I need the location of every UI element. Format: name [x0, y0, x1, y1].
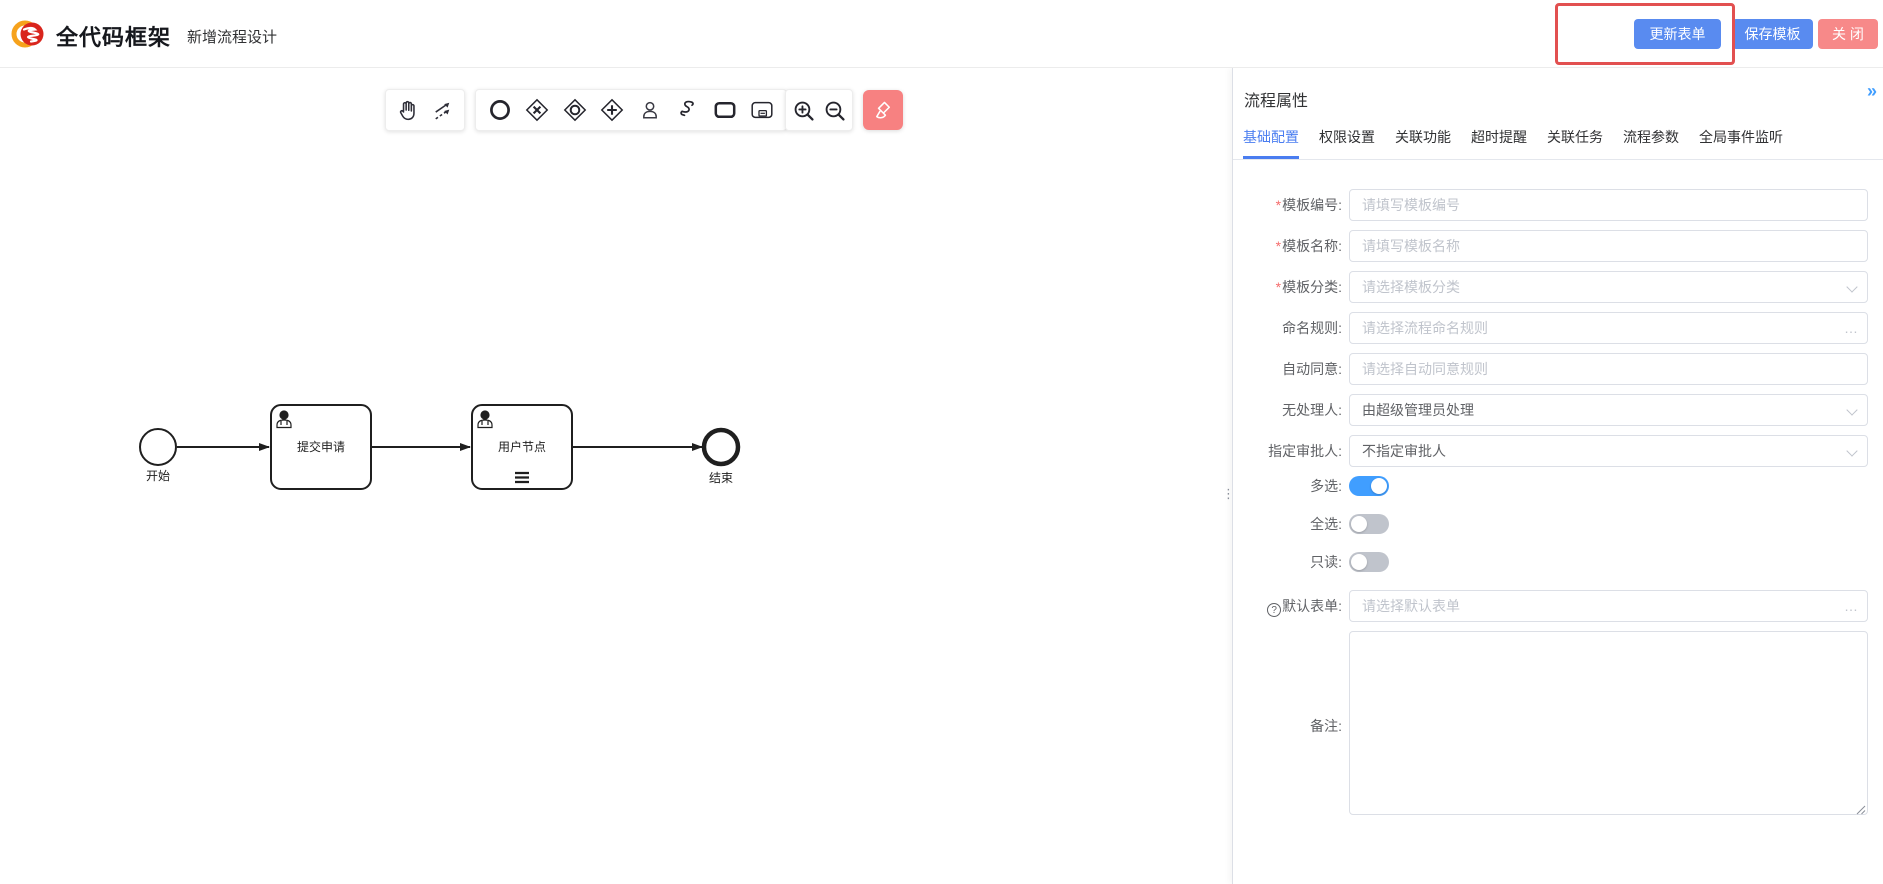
panel-resize-handle[interactable]: ⋮ — [1222, 486, 1232, 516]
end-event-node[interactable]: 结束 — [704, 430, 738, 485]
bpmn-diagram: 开始 提交申请 用户节点 — [0, 68, 1232, 884]
field-label: 指定审批人: — [1243, 435, 1349, 467]
field-label: 模板名称: — [1282, 238, 1342, 254]
read-only-toggle[interactable] — [1349, 552, 1389, 572]
start-event-node[interactable]: 开始 — [140, 429, 176, 483]
tab-related-function[interactable]: 关联功能 — [1395, 127, 1451, 159]
field-label: 备注: — [1243, 710, 1349, 742]
default-form-picker[interactable]: … — [1349, 590, 1868, 622]
form-row-template-category: *模板分类: — [1243, 271, 1868, 303]
page-title: 新增流程设计 — [187, 26, 277, 47]
form-row-remark: 备注: — [1243, 631, 1868, 820]
app-logo-icon — [10, 15, 48, 53]
form-row-template-code: *模板编号: — [1243, 189, 1868, 221]
field-label: 命名规则: — [1243, 312, 1349, 344]
naming-rule-picker[interactable]: … — [1349, 312, 1868, 344]
end-event-label: 结束 — [709, 471, 733, 485]
field-label: 默认表单: — [1282, 598, 1342, 614]
collapse-panel-icon[interactable]: » — [1867, 81, 1877, 102]
select-all-toggle[interactable] — [1349, 514, 1389, 534]
form-row-template-name: *模板名称: — [1243, 230, 1868, 262]
panel-tabs: 基础配置 权限设置 关联功能 超时提醒 关联任务 流程参数 全局事件监听 — [1233, 118, 1883, 160]
form-row-no-handler: 无处理人: — [1243, 394, 1868, 426]
field-label: 只读: — [1243, 552, 1349, 572]
help-circle-icon[interactable]: ? — [1267, 603, 1281, 617]
properties-panel: 流程属性 » 基础配置 权限设置 关联功能 超时提醒 关联任务 流程参数 全局事… — [1232, 68, 1883, 884]
more-options-icon[interactable]: … — [1844, 598, 1859, 614]
update-form-button[interactable]: 更新表单 — [1634, 19, 1721, 49]
field-label: 全选: — [1243, 514, 1349, 534]
more-options-icon[interactable]: … — [1844, 320, 1859, 336]
form-row-multi-select: 多选: — [1243, 476, 1868, 496]
brand-name: 全代码框架 — [56, 20, 171, 52]
basic-config-form: *模板编号: *模板名称: *模板分类: 命名规则: … — [1233, 161, 1883, 820]
bpmn-canvas[interactable]: 开始 提交申请 用户节点 — [0, 68, 1232, 884]
user-task-node-usernode[interactable]: 用户节点 — [472, 405, 572, 489]
tab-basic-config[interactable]: 基础配置 — [1243, 127, 1299, 159]
field-label: 多选: — [1243, 476, 1349, 496]
required-marker: * — [1276, 238, 1281, 254]
form-row-default-form: ?默认表单: … — [1243, 590, 1868, 622]
remark-textarea[interactable] — [1349, 631, 1868, 815]
no-handler-select[interactable] — [1349, 394, 1868, 426]
start-event-label: 开始 — [146, 469, 170, 483]
header-bar: 全代码框架 新增流程设计 更新表单 保存模板 关 闭 — [0, 0, 1883, 68]
form-row-assigned-approver: 指定审批人: — [1243, 435, 1868, 467]
task-label: 用户节点 — [498, 439, 546, 454]
tab-permission[interactable]: 权限设置 — [1319, 127, 1375, 159]
field-label: 自动同意: — [1243, 353, 1349, 385]
user-task-node-submit[interactable]: 提交申请 — [271, 405, 371, 489]
assigned-approver-select[interactable] — [1349, 435, 1868, 467]
field-label: 无处理人: — [1243, 394, 1349, 426]
tab-related-task[interactable]: 关联任务 — [1547, 127, 1603, 159]
multi-select-toggle[interactable] — [1349, 476, 1389, 496]
field-label: 模板分类: — [1282, 279, 1342, 295]
panel-title: 流程属性 — [1244, 87, 1308, 111]
form-row-naming-rule: 命名规则: … — [1243, 312, 1868, 344]
template-name-input[interactable] — [1349, 230, 1868, 262]
form-row-auto-agree: 自动同意: — [1243, 353, 1868, 385]
field-label: 模板编号: — [1282, 197, 1342, 213]
workflow-designer-page: 全代码框架 新增流程设计 更新表单 保存模板 关 闭 — [0, 0, 1883, 884]
tab-global-event-listener[interactable]: 全局事件监听 — [1699, 127, 1783, 159]
save-template-button[interactable]: 保存模板 — [1732, 19, 1813, 49]
template-category-select[interactable] — [1349, 271, 1868, 303]
form-row-read-only: 只读: — [1243, 552, 1868, 572]
close-button[interactable]: 关 闭 — [1818, 19, 1878, 49]
auto-agree-input[interactable] — [1349, 353, 1868, 385]
required-marker: * — [1276, 197, 1281, 213]
required-marker: * — [1276, 279, 1281, 295]
tab-process-params[interactable]: 流程参数 — [1623, 127, 1679, 159]
task-label: 提交申请 — [297, 439, 345, 454]
template-code-input[interactable] — [1349, 189, 1868, 221]
form-row-select-all: 全选: — [1243, 514, 1868, 534]
tab-timeout-remind[interactable]: 超时提醒 — [1471, 127, 1527, 159]
